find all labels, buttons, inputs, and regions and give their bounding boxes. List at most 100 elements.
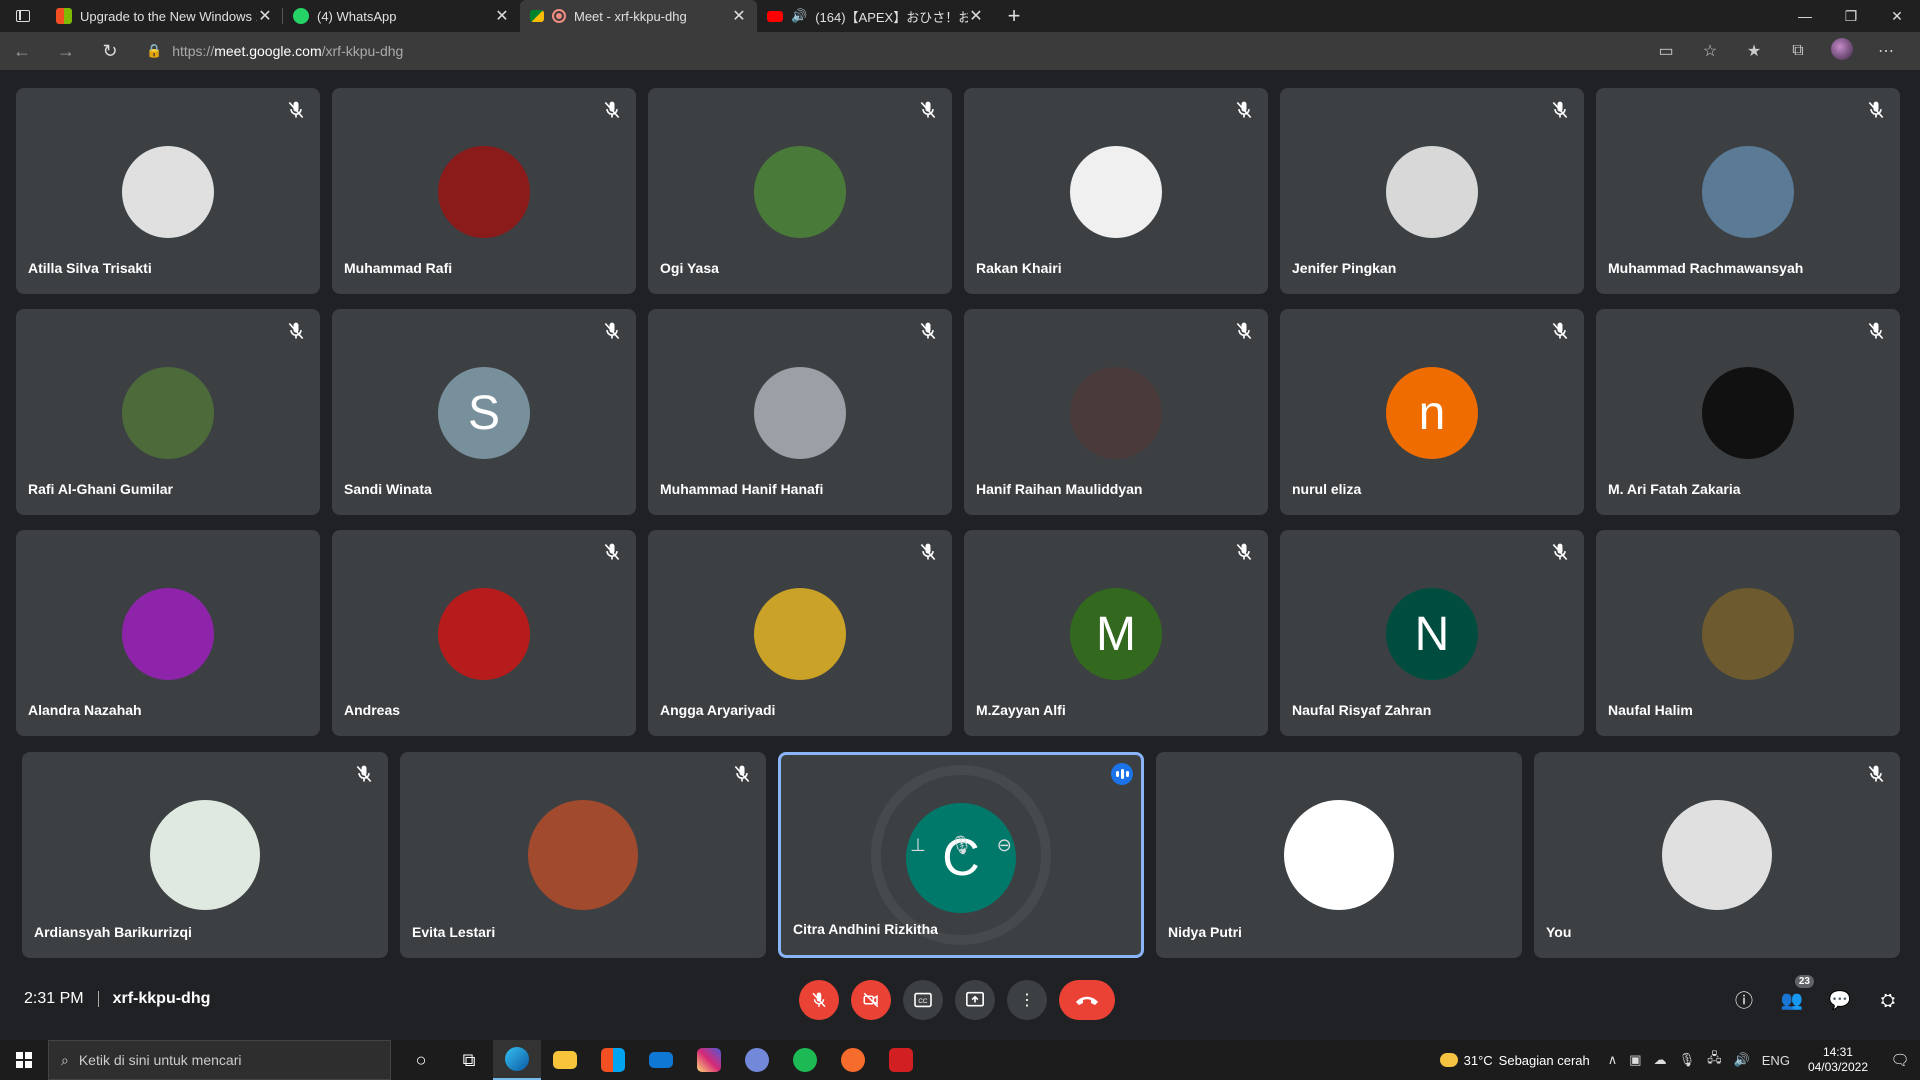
microphone-off-button[interactable] [799,980,839,1020]
tab-label: (164)【APEX】おひさ！おっは [815,9,968,25]
mail-icon[interactable] [637,1040,685,1080]
collections-icon[interactable]: ⧉ [1776,42,1820,60]
participant-tile[interactable]: Muhammad Hanif Hanafi [648,309,952,515]
show-hidden-icons-icon[interactable]: ∧ [1608,1052,1618,1068]
participant-tile[interactable]: Rafi Al-Ghani Gumilar [16,309,320,515]
present-screen-button[interactable] [955,980,995,1020]
participant-tile[interactable]: Andreas [332,530,636,736]
participant-tile[interactable]: Ardiansyah Barikurrizqi [22,752,388,958]
favorites-icon[interactable]: ★ [1732,41,1776,61]
spotify-icon[interactable] [781,1040,829,1080]
participant-tile[interactable]: Muhammad Rafi [332,88,636,294]
tab-windows-upgrade[interactable]: Upgrade to the New Windows 1 ✕ [46,0,283,32]
meet-now-icon[interactable]: ▣ [1629,1052,1641,1068]
language-indicator[interactable]: ENG [1762,1053,1790,1068]
captions-button[interactable]: CC [903,980,943,1020]
activities-icon[interactable]: ⛭ [1876,988,1900,1012]
minimize-icon[interactable]: — [1782,0,1828,32]
more-options-button[interactable]: ⋮ [1007,980,1047,1020]
muted-mic-icon [732,764,752,784]
weather-widget[interactable]: 31°C Sebagian cerah [1439,1053,1590,1068]
url-field[interactable]: 🔒 https:// meet.google.com /xrf-kkpu-dhg [138,36,1644,66]
close-tab-icon[interactable]: ✕ [731,6,747,26]
participant-name: Muhammad Hanif Hanafi [660,481,824,497]
participant-tile[interactable]: Ogi Yasa [648,88,952,294]
microphone-icon[interactable]: 🎙 [1679,1052,1696,1068]
tab-actions-icon[interactable] [0,0,46,32]
lock-icon[interactable]: 🔒 [146,43,162,59]
cortana-icon[interactable]: ○ [397,1040,445,1080]
url-prefix: https:// [172,43,215,59]
network-icon[interactable]: 🖧 [1707,1049,1722,1071]
camera-off-button[interactable] [851,980,891,1020]
participant-tile[interactable]: Atilla Silva Trisakti [16,88,320,294]
muted-mic-icon [1234,542,1254,562]
back-icon[interactable]: ← [0,41,44,62]
tab-whatsapp[interactable]: (4) WhatsApp ✕ [283,0,520,32]
participant-tile[interactable]: S Sandi Winata [332,309,636,515]
remove-icon[interactable]: ⊖ [997,835,1012,856]
close-tab-icon[interactable]: ✕ [257,6,273,26]
participant-tile[interactable]: C ⊥ 🎙 ⊖ Citra Andhini Rizkitha [778,752,1144,958]
participant-tile[interactable]: Hanif Raihan Mauliddyan [964,309,1268,515]
tab-label: Upgrade to the New Windows 1 [80,8,257,24]
taskbar-search-box[interactable]: ⌕ Ketik di sini untuk mencari [48,1040,391,1080]
camera-in-use-icon[interactable]: ▭ [1644,41,1688,61]
participant-tile[interactable]: M. Ari Fatah Zakaria [1596,309,1900,515]
new-tab-button[interactable]: + [994,0,1034,32]
discord-icon[interactable] [733,1040,781,1080]
meeting-time: 2:31 PM [24,990,84,1007]
participant-avatar: N [1386,588,1478,680]
tab-google-meet[interactable]: Meet - xrf-kkpu-dhg ✕ [520,0,757,32]
adobe-acrobat-icon[interactable] [877,1040,925,1080]
origin-icon[interactable] [829,1040,877,1080]
speaker-icon[interactable]: 🔊 [791,8,807,24]
mic-icon[interactable]: 🎙 [950,835,973,856]
muted-mic-icon [918,100,938,120]
restore-icon[interactable]: ❐ [1828,0,1874,32]
leave-call-button[interactable] [1059,980,1115,1020]
pin-icon[interactable]: ⊥ [910,835,926,856]
profile-avatar[interactable] [1820,37,1864,65]
participant-tile[interactable]: n nurul eliza [1280,309,1584,515]
notifications-icon[interactable]: 🗨 [1880,1051,1920,1069]
participant-tile[interactable]: Angga Aryariyadi [648,530,952,736]
participant-name: Alandra Nazahah [28,702,142,718]
task-view-icon[interactable]: ⧉ [445,1040,493,1080]
meeting-control-bar: 2:31 PM xrf-kkpu-dhg CC ⋮ ⓘ 👥 23 💬 ⛭ [0,970,1920,1030]
participant-tile[interactable]: N Naufal Risyaf Zahran [1280,530,1584,736]
participant-tile[interactable]: You [1534,752,1900,958]
participant-tile[interactable]: Naufal Halim [1596,530,1900,736]
chat-icon[interactable]: 💬 [1828,988,1852,1012]
participant-tile[interactable]: Nidya Putri [1156,752,1522,958]
people-icon[interactable]: 👥 23 [1780,975,1814,1012]
participant-tile[interactable]: Muhammad Rachmawansyah [1596,88,1900,294]
participant-tile[interactable]: Rakan Khairi [964,88,1268,294]
participant-tile[interactable]: Alandra Nazahah [16,530,320,736]
participant-avatar [122,588,214,680]
participant-tile[interactable]: Evita Lestari [400,752,766,958]
close-window-icon[interactable]: ✕ [1874,0,1920,32]
microsoft-store-icon[interactable] [589,1040,637,1080]
forward-icon[interactable]: → [44,41,88,62]
taskbar-clock[interactable]: 14:31 04/03/2022 [1808,1045,1868,1075]
cloud-icon[interactable]: ☁ [1654,1052,1667,1068]
participant-tile[interactable]: M M.Zayyan Alfi [964,530,1268,736]
reload-icon[interactable]: ↻ [88,41,132,62]
close-tab-icon[interactable]: ✕ [494,6,510,26]
close-tab-icon[interactable]: ✕ [968,6,984,26]
file-explorer-icon[interactable] [541,1040,589,1080]
participant-grid: Atilla Silva Trisakti Muhammad Rafi Ogi Ya… [0,70,1920,970]
participant-name: M.Zayyan Alfi [976,702,1066,718]
participant-avatar: C [906,803,1016,913]
instagram-icon[interactable] [685,1040,733,1080]
add-favorite-icon[interactable]: ☆ [1688,41,1732,61]
participant-tile[interactable]: Jenifer Pingkan [1280,88,1584,294]
meeting-details-icon[interactable]: ⓘ [1732,988,1756,1012]
start-button[interactable] [0,1040,48,1080]
more-menu-icon[interactable]: ⋯ [1864,41,1908,61]
tab-youtube[interactable]: 🔊 (164)【APEX】おひさ！おっは ✕ [757,0,994,32]
muted-mic-icon [286,100,306,120]
volume-icon[interactable]: 🔊 [1734,1052,1750,1068]
edge-browser-icon[interactable] [493,1040,541,1080]
